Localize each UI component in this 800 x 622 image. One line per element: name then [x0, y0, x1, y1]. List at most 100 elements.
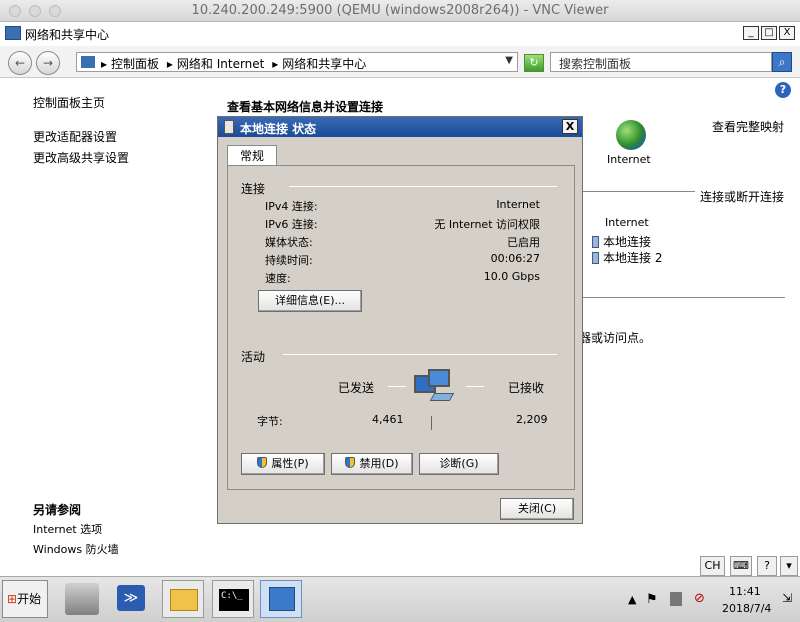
access-type-value: Internet	[605, 216, 649, 229]
close-button[interactable]: X	[779, 26, 795, 40]
internet-options-link[interactable]: Internet 选项	[33, 521, 102, 537]
activity-separator	[431, 416, 432, 430]
details-button[interactable]: 详细信息(E)...	[258, 290, 362, 312]
general-tab-panel: 连接 IPv4 连接: Internet IPv6 连接: 无 Internet…	[227, 165, 575, 490]
properties-button[interactable]: 属性(P)	[241, 453, 325, 475]
language-indicator[interactable]: CH	[700, 556, 725, 576]
help-icon[interactable]: ?	[757, 556, 777, 576]
adapter-icon	[592, 236, 599, 248]
breadcrumb-network-sharing-center[interactable]: 网络和共享中心	[282, 57, 366, 71]
breadcrumb-control-panel[interactable]: 控制面板	[111, 57, 159, 71]
start-button[interactable]: ⊞开始	[2, 580, 48, 618]
divider-line	[583, 191, 695, 192]
bytes-label: 字节:	[257, 415, 283, 428]
keyboard-icon[interactable]: ⌨	[730, 556, 752, 576]
windows-logo-icon: ⊞	[7, 592, 18, 606]
options-icon[interactable]: ▾	[780, 556, 798, 576]
search-icon[interactable]: ⌕	[772, 52, 792, 72]
disable-label: 禁用(D)	[359, 457, 399, 470]
dialog-title: 本地连接 状态	[240, 122, 317, 136]
vnc-title: 10.240.200.249:5900 (QEMU (windows2008r2…	[191, 3, 609, 18]
speed-value: 10.0 Gbps	[483, 270, 540, 283]
minimize-button[interactable]: _	[743, 26, 759, 40]
partial-description-text: 器或访问点。	[579, 331, 652, 345]
help-icon[interactable]: ?	[775, 82, 791, 98]
tab-general[interactable]: 常规	[227, 145, 277, 166]
back-button[interactable]: ←	[8, 51, 32, 75]
globe-icon	[616, 120, 646, 150]
sent-label: 已发送	[338, 381, 375, 395]
activity-section-label: 活动	[241, 350, 266, 364]
taskbar: ⊞开始 ≫ C:\_ ▲ ⚑ ⊘ 11:41 2018/7/4 ⇲	[0, 576, 800, 622]
breadcrumb-network-internet[interactable]: 网络和 Internet	[177, 57, 264, 71]
clock-date[interactable]: 2018/7/4	[722, 602, 771, 615]
flag-icon[interactable]: ⚑	[646, 592, 658, 607]
ipv4-value: Internet	[496, 198, 540, 211]
properties-label: 属性(P)	[271, 457, 309, 470]
change-adapter-settings-link[interactable]: 更改适配器设置	[33, 128, 117, 145]
local-connection-2-link[interactable]: 本地连接 2	[603, 251, 662, 265]
control-panel-icon	[81, 56, 95, 68]
media-state-value: 已启用	[507, 236, 540, 249]
connect-disconnect-link[interactable]: 连接或断开连接	[700, 188, 784, 205]
volume-icon[interactable]: ⊘	[694, 591, 705, 606]
connection-item[interactable]: 本地连接 2	[592, 249, 662, 266]
connection-status-dialog: 本地连接 状态 X 常规 连接 IPv4 连接: Internet IPv6 连…	[217, 116, 583, 524]
internet-map-label: Internet	[607, 153, 651, 166]
page-heading: 查看基本网络信息并设置连接	[227, 100, 384, 114]
divider-line	[289, 186, 557, 187]
shield-icon	[345, 457, 356, 468]
connection-item[interactable]: 本地连接	[592, 233, 651, 250]
diagnose-button[interactable]: 诊断(G)	[419, 453, 499, 475]
adapter-icon	[224, 120, 234, 134]
duration-label: 持续时间:	[265, 254, 313, 267]
start-label: 开始	[17, 592, 42, 606]
forward-button[interactable]: →	[36, 51, 60, 75]
received-label: 已接收	[508, 381, 545, 395]
ipv6-label: IPv6 连接:	[265, 218, 318, 231]
address-dropdown-icon[interactable]: ▼	[505, 55, 513, 66]
cmd-icon[interactable]: C:\_	[212, 580, 254, 618]
language-bar: CH ⌨ ? ▾	[700, 556, 800, 578]
network-tray-icon[interactable]	[670, 592, 682, 606]
speed-label: 速度:	[265, 272, 291, 285]
window-title: 网络和共享中心	[25, 28, 110, 42]
powershell-icon[interactable]: ≫	[117, 585, 145, 611]
control-panel-home-link[interactable]: 控制面板主页	[33, 94, 105, 111]
dialog-close-button[interactable]: X	[562, 119, 578, 134]
adapter-icon	[592, 252, 599, 264]
divider-line	[283, 354, 557, 355]
duration-value: 00:06:27	[490, 252, 540, 265]
sent-line	[388, 386, 406, 387]
local-connection-link[interactable]: 本地连接	[603, 235, 651, 249]
maximize-button[interactable]: □	[761, 26, 777, 40]
view-full-map-link[interactable]: 查看完整映射	[712, 118, 784, 135]
address-bar[interactable]: ▸ 控制面板 ▸ 网络和 Internet ▸ 网络和共享中心 ▼	[76, 52, 518, 72]
windows-firewall-link[interactable]: Windows 防火墙	[33, 541, 119, 557]
show-desktop-icon[interactable]: ⇲	[782, 591, 792, 605]
server-manager-icon[interactable]	[65, 583, 99, 615]
received-line	[466, 386, 484, 387]
vnc-titlebar: 10.240.200.249:5900 (QEMU (windows2008r2…	[0, 0, 800, 22]
explorer-icon[interactable]	[162, 580, 204, 618]
bytes-sent-value: 4,461	[372, 413, 404, 426]
connection-section-label: 连接	[241, 182, 266, 196]
ipv4-label: IPv4 连接:	[265, 200, 318, 213]
window-titlebar: 网络和共享中心 _ □ X	[0, 22, 800, 44]
dialog-titlebar: 本地连接 状态 X	[218, 117, 582, 137]
disable-button[interactable]: 禁用(D)	[331, 453, 413, 475]
network-center-taskbar-icon[interactable]	[260, 580, 302, 618]
media-state-label: 媒体状态:	[265, 236, 313, 249]
bytes-received-value: 2,209	[516, 413, 548, 426]
network-center-icon	[5, 26, 21, 40]
tray-expand-icon[interactable]: ▲	[628, 593, 636, 606]
breadcrumb: ▸ 控制面板 ▸ 网络和 Internet ▸ 网络和共享中心	[101, 57, 367, 71]
refresh-button[interactable]: ↻	[524, 54, 544, 72]
divider-line	[583, 297, 785, 298]
close-dialog-button[interactable]: 关闭(C)	[500, 498, 574, 520]
shield-icon	[257, 457, 268, 468]
ipv6-value: 无 Internet 访问权限	[434, 218, 540, 231]
clock-time[interactable]: 11:41	[729, 585, 761, 598]
search-input[interactable]: 搜索控制面板	[550, 52, 772, 72]
change-advanced-sharing-link[interactable]: 更改高级共享设置	[33, 149, 129, 166]
